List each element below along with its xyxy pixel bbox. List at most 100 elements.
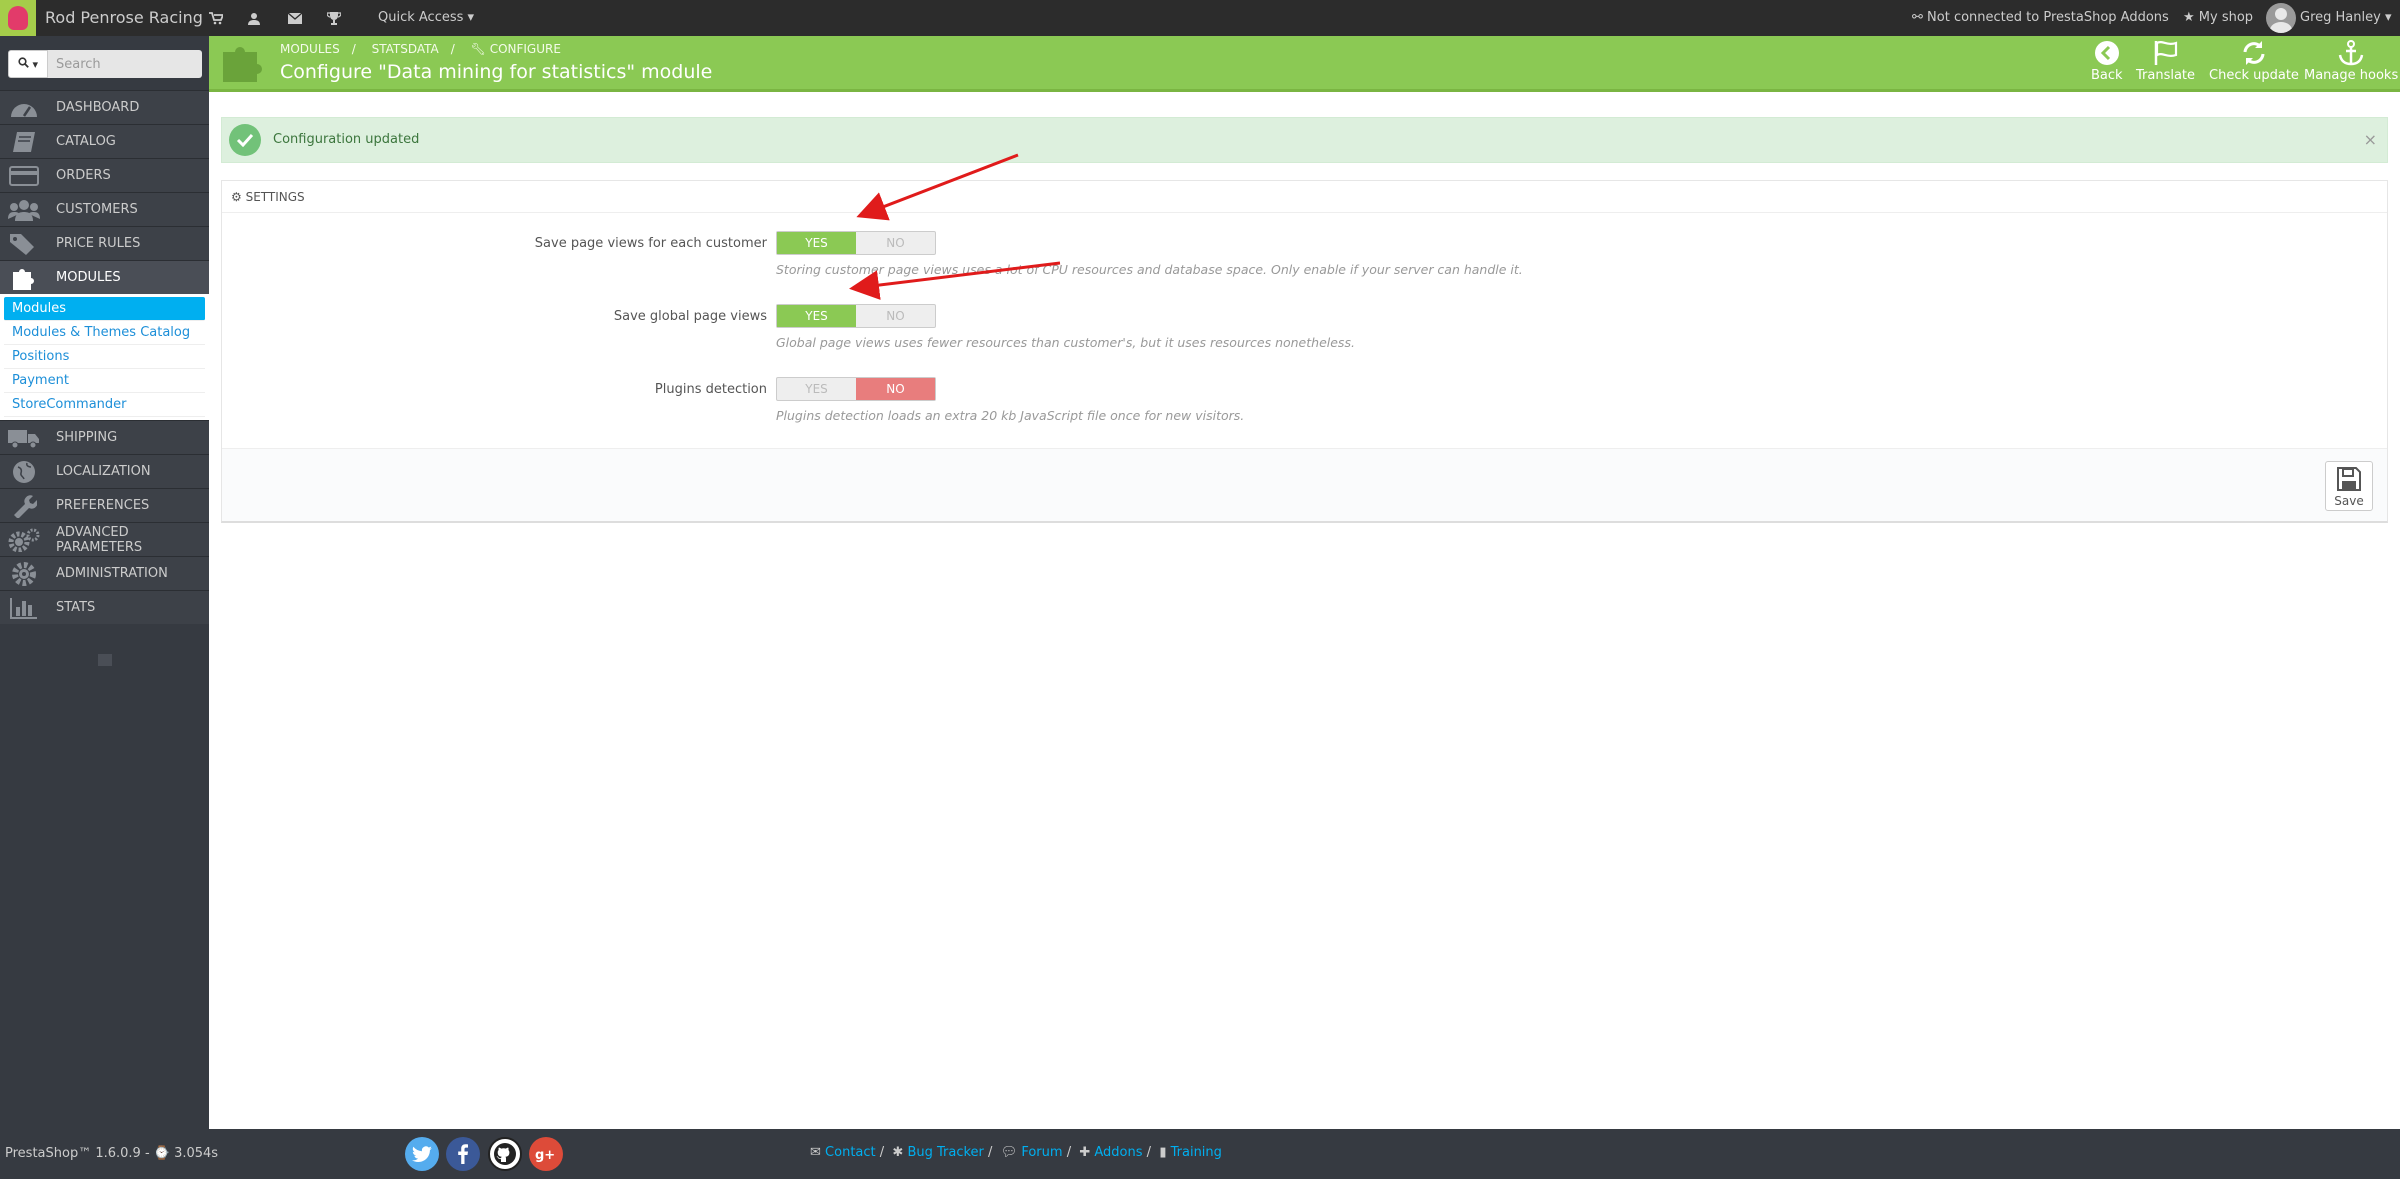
field-label: Save global page views xyxy=(613,309,767,324)
menu-advanced-parameters[interactable]: ADVANCED PARAMETERS xyxy=(0,522,209,556)
training-link[interactable]: Training xyxy=(1171,1145,1222,1160)
dashboard-icon xyxy=(8,96,40,120)
refresh-icon xyxy=(2240,40,2268,66)
menu-localization[interactable]: LOCALIZATION xyxy=(0,454,209,488)
menu-customers[interactable]: CUSTOMERS xyxy=(0,192,209,226)
breadcrumb-statsdata[interactable]: STATSDATA xyxy=(372,42,439,56)
arrow-left-circle-icon xyxy=(2093,40,2121,66)
wrench-icon xyxy=(8,494,40,518)
unlink-icon: ⚯ xyxy=(1912,10,1923,25)
book-icon xyxy=(8,130,40,154)
breadcrumb-configure[interactable]: CONFIGURE xyxy=(490,42,561,56)
help-text: Global page views uses fewer resources t… xyxy=(776,335,1355,350)
addons-connection-status[interactable]: ⚯ Not connected to PrestaShop Addons xyxy=(1912,0,2169,36)
menu-shipping[interactable]: SHIPPING xyxy=(0,420,209,454)
puzzle-icon: ✚ xyxy=(1079,1145,1091,1160)
cog-icon xyxy=(8,561,40,586)
anchor-icon xyxy=(2337,40,2365,66)
submenu-positions[interactable]: Positions xyxy=(4,345,205,369)
breadcrumb-modules[interactable]: MODULES xyxy=(280,42,340,56)
credit-card-icon xyxy=(8,164,40,188)
contact-link[interactable]: Contact xyxy=(825,1145,876,1160)
help-text: Storing customer page views uses a lot o… xyxy=(776,262,1523,277)
switch-no-option[interactable]: NO xyxy=(856,305,935,327)
avatar[interactable] xyxy=(2266,3,2296,33)
settings-panel: ⚙ SETTINGS Save page views for each cust… xyxy=(221,180,2388,523)
manage-hooks-button[interactable]: Manage hooks xyxy=(2304,40,2398,83)
envelope-icon: ✉ xyxy=(810,1145,821,1160)
field-label: Plugins detection xyxy=(654,382,767,397)
user-icon[interactable] xyxy=(245,9,263,27)
plugins-detection-switch[interactable]: YES NO xyxy=(776,377,936,401)
main-menu: DASHBOARD CATALOG ORDERS CUSTOMERS PRICE… xyxy=(0,90,209,624)
twitter-icon[interactable] xyxy=(405,1137,439,1171)
my-shop-link[interactable]: ★ My shop xyxy=(2183,0,2253,36)
svg-text:g+: g+ xyxy=(535,1148,555,1162)
submenu-modules-themes-catalog[interactable]: Modules & Themes Catalog xyxy=(4,321,205,345)
menu-stats[interactable]: STATS xyxy=(0,590,209,624)
page-header: MODULES / STATSDATA / 🔧︎ CONFIGURE Configu… xyxy=(209,36,2400,92)
menu-administration[interactable]: ADMINISTRATION xyxy=(0,556,209,590)
submenu-modules[interactable]: Modules xyxy=(4,297,205,321)
star-icon: ★ xyxy=(2183,10,2195,25)
search-bar: ▾ xyxy=(8,50,202,78)
modules-submenu: Modules Modules & Themes Catalog Positio… xyxy=(0,294,209,420)
cogs-icon xyxy=(8,528,40,552)
search-input[interactable] xyxy=(48,50,202,78)
submenu-payment[interactable]: Payment xyxy=(4,369,205,393)
switch-yes-option[interactable]: YES xyxy=(777,378,856,400)
back-button[interactable]: Back xyxy=(2091,40,2123,83)
puzzle-icon xyxy=(221,42,263,84)
annotation-arrows xyxy=(849,153,1061,300)
menu-orders[interactable]: ORDERS xyxy=(0,158,209,192)
cart-icon[interactable] xyxy=(207,9,225,27)
submenu-storecommander[interactable]: StoreCommander xyxy=(4,393,205,417)
page-title: Configure "Data mining for statistics" m… xyxy=(280,61,713,83)
search-icon xyxy=(18,57,29,71)
cogs-icon: ⚙ xyxy=(231,190,242,204)
floppy-disk-icon xyxy=(2336,466,2362,492)
panel-heading: ⚙ SETTINGS xyxy=(222,181,2387,213)
footer: PrestaShop™ 1.6.0.9 - ⌚ 3.054s g+ ✉ Cont… xyxy=(0,1129,2400,1179)
bug-tracker-link[interactable]: Bug Tracker xyxy=(907,1145,983,1160)
footer-links: ✉ Contact / ✱ Bug Tracker / 💬︎ Forum / ✚… xyxy=(810,1145,1222,1160)
puzzle-icon xyxy=(8,266,40,290)
bar-chart-icon xyxy=(8,596,40,620)
translate-button[interactable]: Translate xyxy=(2136,40,2195,83)
version-info: PrestaShop™ 1.6.0.9 - ⌚ 3.054s xyxy=(5,1146,219,1161)
breadcrumb: MODULES / STATSDATA / 🔧︎ CONFIGURE xyxy=(280,42,561,56)
flag-icon xyxy=(2152,40,2180,66)
switch-yes-option[interactable]: YES xyxy=(777,232,856,254)
save-button[interactable]: Save xyxy=(2325,461,2373,511)
trophy-icon[interactable] xyxy=(325,9,343,27)
github-icon[interactable] xyxy=(488,1137,522,1171)
switch-yes-option[interactable]: YES xyxy=(777,305,856,327)
switch-no-option[interactable]: NO xyxy=(856,378,935,400)
shop-name-link[interactable]: Rod Penrose Racing xyxy=(45,0,203,36)
prestashop-logo-icon[interactable] xyxy=(0,0,36,36)
switch-no-option[interactable]: NO xyxy=(856,232,935,254)
search-type-dropdown[interactable]: ▾ xyxy=(8,50,48,78)
menu-catalog[interactable]: CATALOG xyxy=(0,124,209,158)
alert-message: Configuration updated xyxy=(273,132,420,147)
wrench-icon: 🔧︎ xyxy=(470,42,486,56)
addons-link[interactable]: Addons xyxy=(1094,1145,1142,1160)
check-update-button[interactable]: Check update xyxy=(2209,40,2299,83)
menu-modules[interactable]: MODULES xyxy=(0,260,209,294)
global-page-views-switch[interactable]: YES NO xyxy=(776,304,936,328)
forum-link[interactable]: Forum xyxy=(1021,1145,1062,1160)
facebook-icon[interactable] xyxy=(446,1137,480,1171)
book-icon: ▮ xyxy=(1159,1145,1167,1160)
employee-menu[interactable]: Greg Hanley ▾ xyxy=(2300,0,2391,36)
menu-preferences[interactable]: PREFERENCES xyxy=(0,488,209,522)
success-alert: Configuration updated × xyxy=(221,117,2388,163)
top-navbar: Rod Penrose Racing Quick Access ▾ ⚯ Not … xyxy=(0,0,2400,36)
close-icon[interactable]: × xyxy=(2364,130,2377,149)
menu-price-rules[interactable]: PRICE RULES xyxy=(0,226,209,260)
customer-page-views-switch[interactable]: YES NO xyxy=(776,231,936,255)
google-plus-icon[interactable]: g+ xyxy=(529,1137,563,1171)
menu-dashboard[interactable]: DASHBOARD xyxy=(0,90,209,124)
envelope-icon[interactable] xyxy=(286,9,304,27)
collapse-menu-button[interactable] xyxy=(98,654,112,666)
quick-access-dropdown[interactable]: Quick Access ▾ xyxy=(378,0,474,36)
